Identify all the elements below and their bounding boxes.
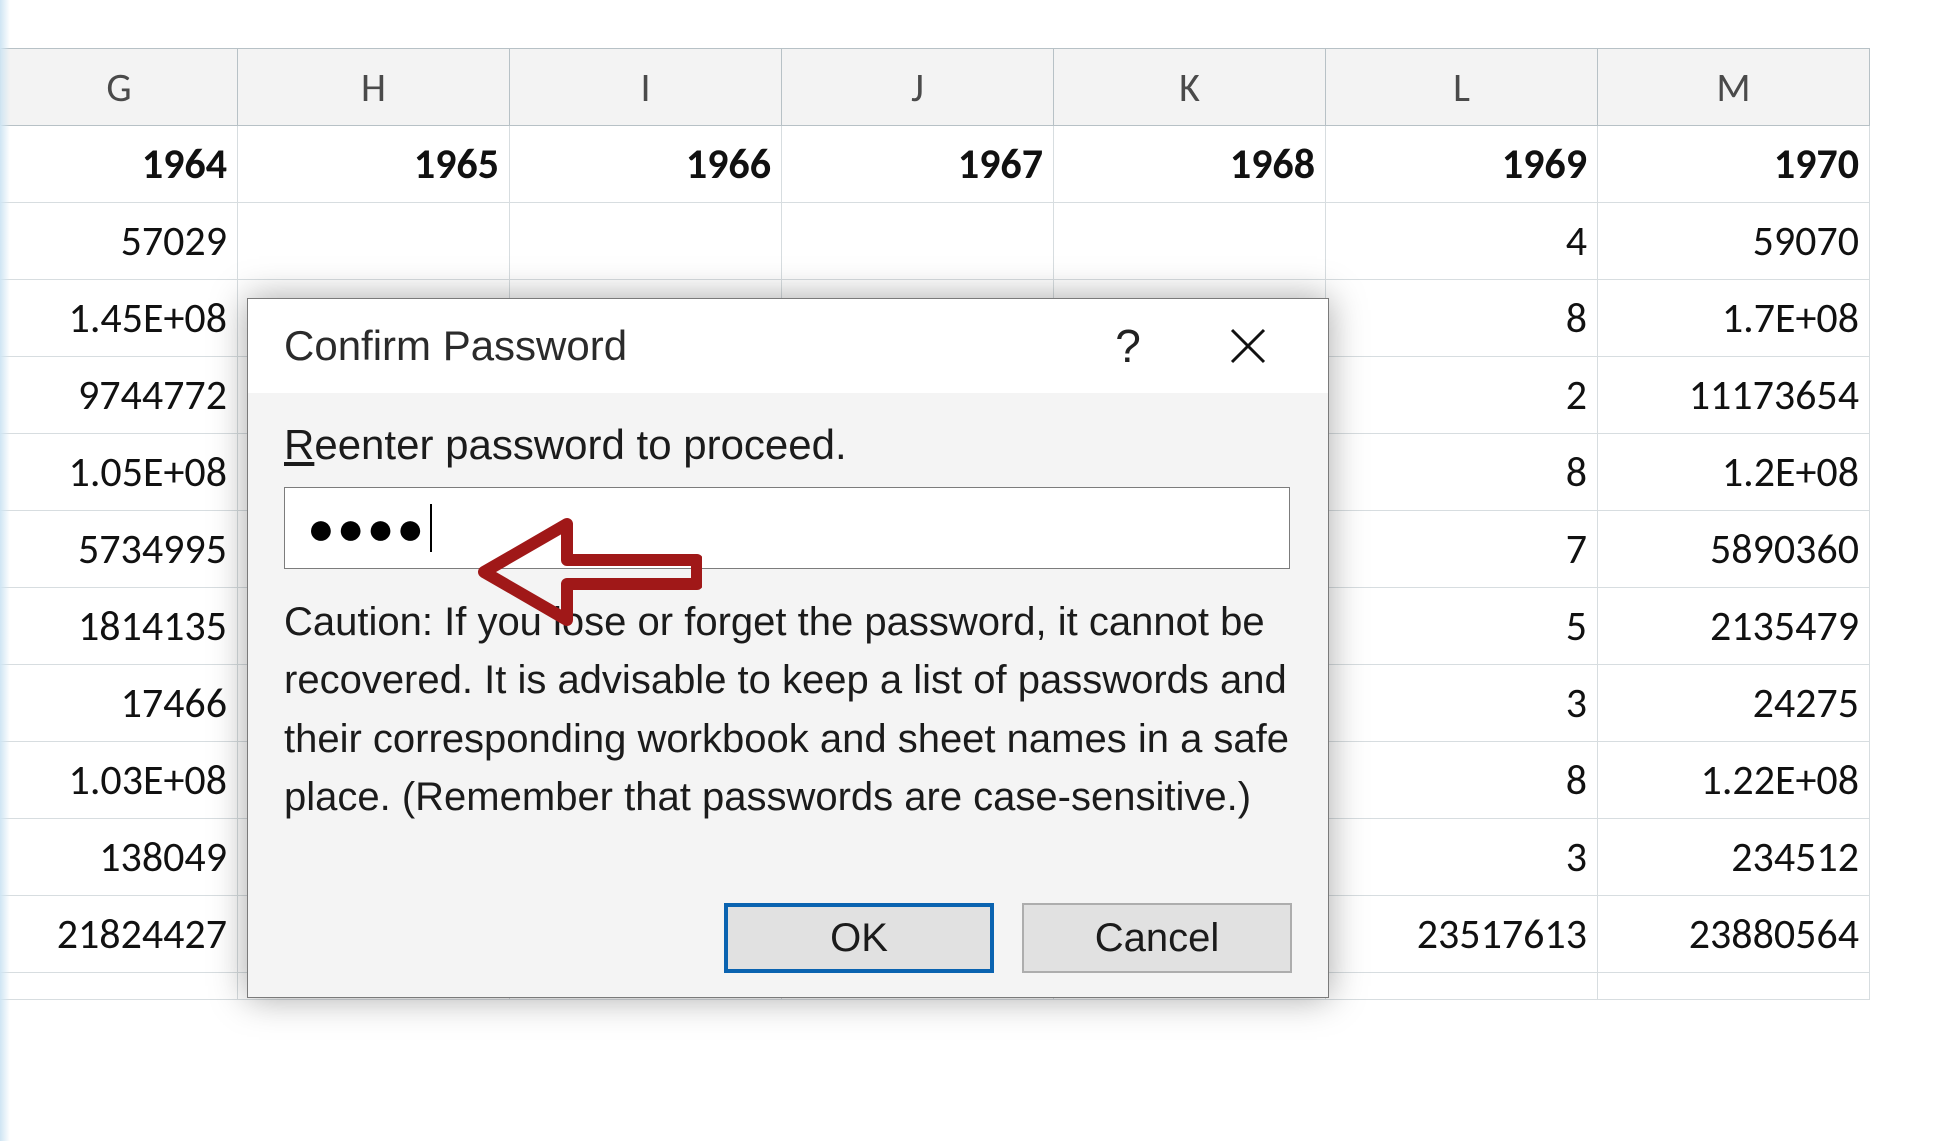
close-button[interactable] bbox=[1198, 299, 1298, 393]
column-header-j[interactable]: J bbox=[782, 48, 1054, 126]
cell[interactable] bbox=[510, 203, 782, 280]
cell[interactable]: 1969 bbox=[1326, 126, 1598, 203]
cell[interactable]: 1970 bbox=[1598, 126, 1870, 203]
dialog-buttons: OK Cancel bbox=[724, 903, 1292, 973]
cell[interactable]: 7 bbox=[1326, 511, 1598, 588]
cell[interactable]: 234512 bbox=[1598, 819, 1870, 896]
cell[interactable]: 4 bbox=[1326, 203, 1598, 280]
text-caret bbox=[430, 504, 432, 552]
cell[interactable]: 5734995 bbox=[0, 511, 238, 588]
column-header-i[interactable]: I bbox=[510, 48, 782, 126]
dialog-body: Reenter password to proceed. ●●●● Cautio… bbox=[248, 393, 1328, 827]
cell[interactable]: 23517613 bbox=[1326, 896, 1598, 973]
password-input[interactable]: ●●●● bbox=[284, 487, 1290, 569]
caution-text: Caution: If you lose or forget the passw… bbox=[284, 593, 1292, 827]
cell[interactable] bbox=[1598, 973, 1870, 1000]
cell[interactable]: 1967 bbox=[782, 126, 1054, 203]
password-mask: ●●●● bbox=[307, 501, 432, 555]
cell[interactable]: 1.03E+08 bbox=[0, 742, 238, 819]
left-fade bbox=[0, 0, 10, 1141]
cell[interactable]: 3 bbox=[1326, 665, 1598, 742]
column-header-g[interactable]: G bbox=[0, 48, 238, 126]
cell[interactable]: 1814135 bbox=[0, 588, 238, 665]
cell[interactable]: 8 bbox=[1326, 742, 1598, 819]
cell[interactable]: 17466 bbox=[0, 665, 238, 742]
cell[interactable]: 1965 bbox=[238, 126, 510, 203]
mnemonic-letter: R bbox=[284, 421, 314, 468]
cell[interactable]: 1.05E+08 bbox=[0, 434, 238, 511]
ok-button[interactable]: OK bbox=[724, 903, 994, 973]
cell[interactable]: 5 bbox=[1326, 588, 1598, 665]
dialog-title: Confirm Password bbox=[248, 322, 627, 370]
cell[interactable] bbox=[782, 203, 1054, 280]
cell[interactable]: 1964 bbox=[0, 126, 238, 203]
cell[interactable]: 1966 bbox=[510, 126, 782, 203]
cell[interactable]: 3 bbox=[1326, 819, 1598, 896]
confirm-password-dialog: Confirm Password ? Reenter password to p… bbox=[247, 298, 1329, 998]
cell[interactable]: 24275 bbox=[1598, 665, 1870, 742]
cell[interactable]: 138049 bbox=[0, 819, 238, 896]
cell[interactable]: 1.2E+08 bbox=[1598, 434, 1870, 511]
reenter-password-label: Reenter password to proceed. bbox=[284, 421, 1292, 469]
table-row: 57029 4 59070 bbox=[0, 203, 1870, 280]
cell[interactable]: 2135479 bbox=[1598, 588, 1870, 665]
column-headers: G H I J K L M bbox=[0, 48, 1940, 126]
cell[interactable]: 9744772 bbox=[0, 357, 238, 434]
cell[interactable] bbox=[238, 203, 510, 280]
password-mask-text: ●●●● bbox=[307, 501, 426, 555]
cell[interactable]: 2 bbox=[1326, 357, 1598, 434]
close-icon bbox=[1228, 326, 1268, 366]
cell[interactable]: 1.7E+08 bbox=[1598, 280, 1870, 357]
cell[interactable]: 5890360 bbox=[1598, 511, 1870, 588]
cancel-button[interactable]: Cancel bbox=[1022, 903, 1292, 973]
cell[interactable]: 1.45E+08 bbox=[0, 280, 238, 357]
cell[interactable]: 23880564 bbox=[1598, 896, 1870, 973]
cell[interactable]: 59070 bbox=[1598, 203, 1870, 280]
label-rest: eenter password to proceed. bbox=[314, 421, 846, 468]
cell[interactable]: 8 bbox=[1326, 434, 1598, 511]
cell[interactable]: 11173654 bbox=[1598, 357, 1870, 434]
cell[interactable] bbox=[0, 973, 238, 1000]
help-button[interactable]: ? bbox=[1088, 299, 1168, 393]
dialog-titlebar[interactable]: Confirm Password ? bbox=[248, 299, 1328, 393]
cell[interactable]: 1968 bbox=[1054, 126, 1326, 203]
cell[interactable]: 1.22E+08 bbox=[1598, 742, 1870, 819]
table-row: 1964 1965 1966 1967 1968 1969 1970 bbox=[0, 126, 1870, 203]
cell[interactable]: 8 bbox=[1326, 280, 1598, 357]
column-header-k[interactable]: K bbox=[1054, 48, 1326, 126]
cell[interactable] bbox=[1326, 973, 1598, 1000]
column-header-m[interactable]: M bbox=[1598, 48, 1870, 126]
column-header-l[interactable]: L bbox=[1326, 48, 1598, 126]
cell[interactable] bbox=[1054, 203, 1326, 280]
cell[interactable]: 21824427 bbox=[0, 896, 238, 973]
column-header-h[interactable]: H bbox=[238, 48, 510, 126]
cell[interactable]: 57029 bbox=[0, 203, 238, 280]
